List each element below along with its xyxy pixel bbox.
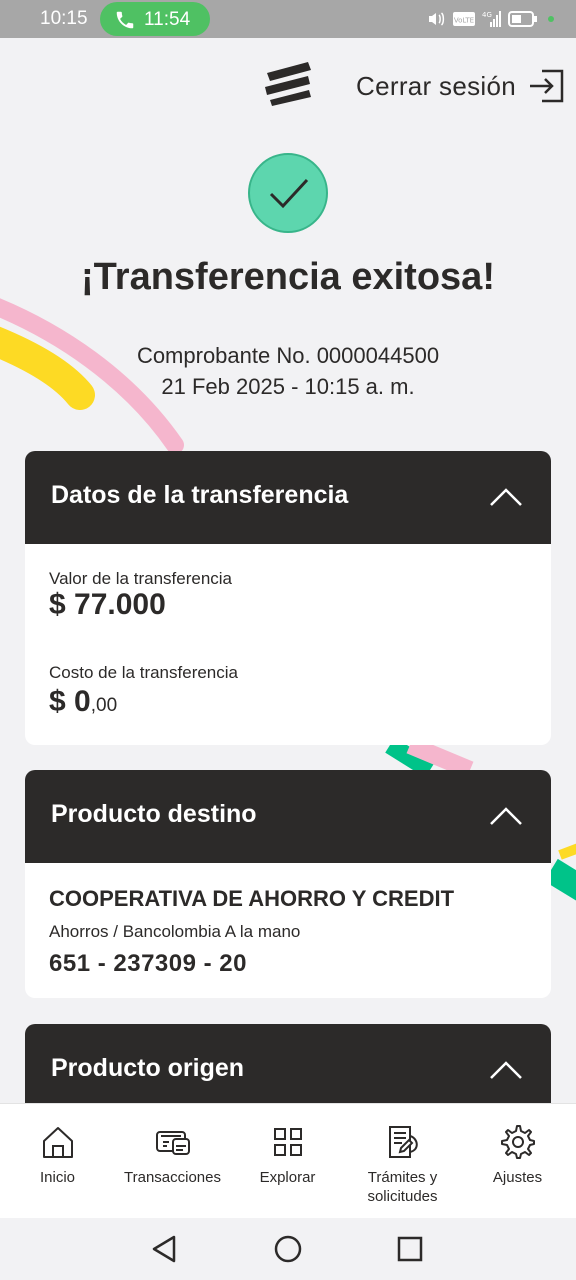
transfer-value-label: Valor de la transferencia [49,569,233,588]
home-icon [42,1127,73,1158]
battery-icon [508,11,537,27]
transfer-cost-decimals: ,00 [90,695,118,716]
checkmark-icon [269,178,309,209]
transfer-cost-main: $ 0 [49,685,91,718]
volte-icon: VoLTE [453,12,475,26]
logout-label: Cerrar sesión [356,70,516,101]
origin-product-title: Producto origen [51,1054,245,1082]
destination-product-header[interactable]: Producto destino [25,770,551,863]
svg-text:4G: 4G [482,11,492,19]
recents-square-icon [397,1236,423,1262]
recents-button[interactable] [396,1234,424,1269]
destination-name: COOPERATIVA DE AHORRO Y CREDIT [49,886,455,911]
bottom-navigation: Inicio Transacciones Explorar Trámites y… [0,1103,576,1218]
destination-product-card: Producto destino COOPERATIVA DE AHORRO Y… [25,770,551,998]
nav-label-ajustes: Ajustes [492,1169,543,1186]
transfer-data-title: Datos de la transferencia [51,481,349,509]
home-circle-icon [274,1235,302,1263]
back-triangle-icon [152,1235,176,1263]
status-icons: VoLTE 4G [426,9,554,29]
grid-icon [273,1128,302,1156]
gear-icon [500,1125,535,1159]
phone-icon [116,11,134,29]
status-time: 10:15 [40,8,88,29]
logout-icon [530,69,564,103]
destination-product-title: Producto destino [51,800,257,828]
destination-account-number: 651 - 237309 - 20 [49,950,247,977]
success-check-badge [248,153,328,233]
signal-icon: 4G [482,11,501,27]
destination-product-body: COOPERATIVA DE AHORRO Y CREDIT Ahorros /… [25,863,551,978]
ongoing-call-pill[interactable]: 11:54 [100,2,210,36]
volume-icon [429,12,445,26]
svg-text:VoLTE: VoLTE [454,17,474,25]
back-button[interactable] [150,1234,178,1269]
page-title: ¡Transferencia exitosa! [81,256,495,298]
system-navigation-bar [0,1218,576,1280]
home-button[interactable] [274,1234,302,1269]
nav-label-tramites: Trámites y solicitudes [367,1169,438,1205]
transfer-cost: $ 0,00 [49,685,117,719]
chevron-up-icon[interactable] [489,1058,523,1082]
document-icon [388,1126,418,1158]
logout-button[interactable]: Cerrar sesión [356,66,566,106]
call-duration: 11:54 [144,9,191,30]
status-bar: 10:15 11:54 VoLTE 4G [0,0,576,38]
bank-logo [265,62,311,106]
nav-label-explorar: Explorar [259,1169,316,1186]
receipt-number: Comprobante No. 0000044500 [136,343,440,368]
destination-account-type: Ahorros / Bancolombia A la mano [49,922,301,941]
cards-icon [155,1131,190,1155]
chevron-up-icon[interactable] [489,485,523,509]
receipt-info: Comprobante No. 0000044500 21 Feb 2025 -… [0,340,576,402]
nav-label-transacciones: Transacciones [124,1169,221,1186]
transfer-cost-label: Costo de la transferencia [49,663,238,682]
chevron-up-icon[interactable] [489,804,523,828]
transfer-data-card: Datos de la transferencia Valor de la tr… [25,451,551,745]
nav-label-inicio: Inicio [39,1169,76,1186]
notification-dot [548,16,554,22]
transfer-data-header[interactable]: Datos de la transferencia [25,451,551,544]
transaction-datetime: 21 Feb 2025 - 10:15 a. m. [161,374,415,399]
transfer-value: $ 77.000 [49,588,166,621]
